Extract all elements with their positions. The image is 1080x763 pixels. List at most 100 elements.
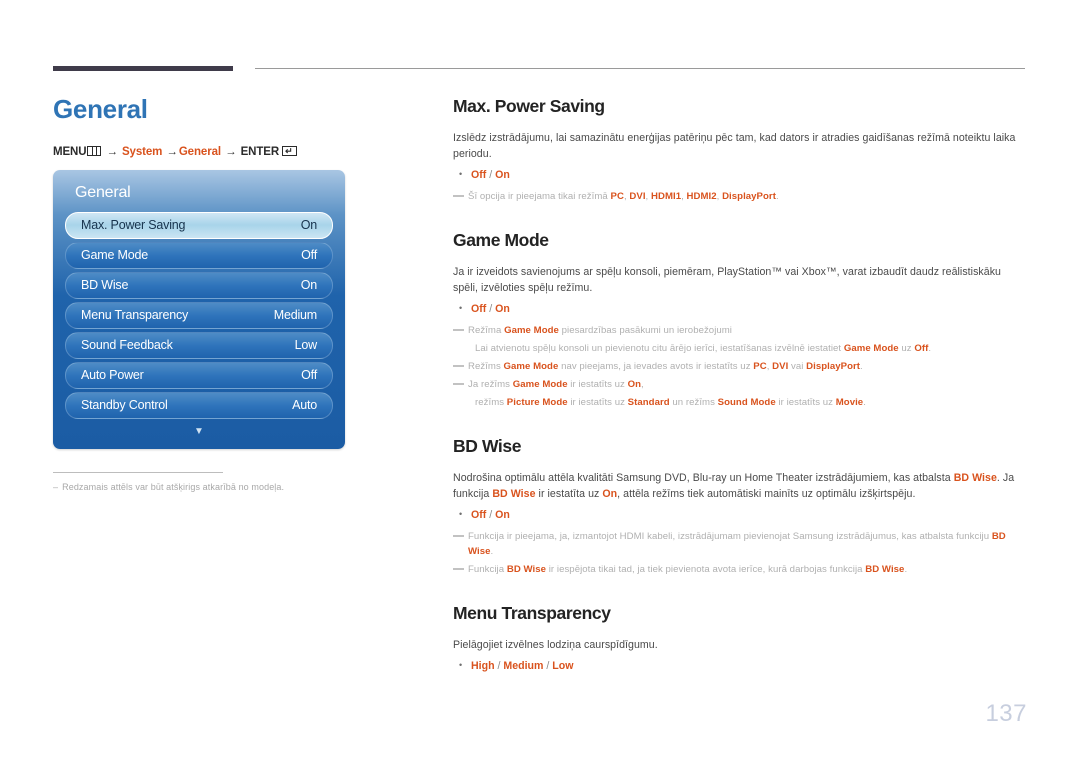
note-text: Ja režīms <box>468 379 513 390</box>
left-footnote-dash: – <box>53 481 59 492</box>
note-hl-dvi: DVI <box>629 191 646 202</box>
note-hl-movie: Movie <box>835 397 864 408</box>
note-hl-pc: PC <box>753 361 767 372</box>
note-text: ir iestatīts uz <box>567 379 628 390</box>
option-high: High <box>471 660 495 672</box>
note-hl-pc: PC <box>610 191 624 202</box>
enter-key-icon: ↵ <box>282 145 298 157</box>
note-hl-bd-wise: BD Wise <box>506 564 547 575</box>
note-hl-game-mode: Game Mode <box>503 361 559 372</box>
desc-text: ir iestatīta uz <box>535 488 603 500</box>
osd-row-bd-wise[interactable]: BD Wise On <box>65 271 333 299</box>
osd-row-standby-control[interactable]: Standby Control Auto <box>65 391 333 419</box>
header-rule-dark <box>53 66 233 71</box>
osd-row-sound-feedback[interactable]: Sound Feedback Low <box>65 331 333 359</box>
note-text: Režīma <box>468 325 505 336</box>
section-description: Ja ir izveidots savienojums ar spēļu kon… <box>453 266 1001 294</box>
breadcrumb-arrow-1: → <box>106 145 118 158</box>
note-hl-hdmi1: HDMI1 <box>650 191 682 202</box>
option-separator: / <box>489 303 493 315</box>
breadcrumb-step-system: System <box>121 145 163 158</box>
note-text: . <box>863 397 866 408</box>
note-text: . <box>775 191 779 202</box>
left-column: General MENU → System →General → ENTER ↵ G… <box>53 95 398 492</box>
osd-row-value: On <box>300 278 317 293</box>
osd-panel-title: General <box>75 183 131 201</box>
section-menu-transparency: Menu Transparency Pielāgojiet izvēlnes l… <box>453 603 1026 675</box>
note-text: ir iestatīts uz <box>567 397 628 408</box>
note-hl-standard: Standard <box>627 397 670 408</box>
note-availability: Šī opcija ir pieejama tikai režīmā PC, D… <box>453 189 1026 204</box>
note-game-mode-on-sub: režīms Picture Mode ir iestatīts uz Stan… <box>453 395 1026 410</box>
breadcrumb-menu-label: MENU <box>53 145 87 158</box>
note-text: . <box>904 564 908 575</box>
osd-row-auto-power[interactable]: Auto Power Off <box>65 361 333 389</box>
note-text: ir iespējota tikai tad, ja tiek pievieno… <box>546 564 866 575</box>
options-bullet: Off / On <box>453 300 1026 318</box>
osd-row-label: Game Mode <box>81 248 148 263</box>
note-source-device: Funkcija BD Wise ir iespējota tikai tad,… <box>453 562 1026 577</box>
option-medium: Medium <box>503 660 544 672</box>
section-title: BD Wise <box>453 436 522 456</box>
note-text: . <box>860 361 863 372</box>
osd-row-label: BD Wise <box>81 278 129 293</box>
section-title: Game Mode <box>453 230 549 250</box>
breadcrumb-arrow-2: → <box>166 145 178 158</box>
option-separator: / <box>546 660 550 672</box>
note-hl-hdmi2: HDMI2 <box>686 191 717 202</box>
breadcrumb-step-general: General <box>178 145 221 158</box>
option-low: Low <box>552 660 574 672</box>
section-description: Izslēdz izstrādājumu, lai samazinātu ene… <box>453 132 1016 160</box>
option-on: On <box>495 509 510 521</box>
option-on: On <box>495 169 510 181</box>
desc-hl-bd-wise: BD Wise <box>953 472 997 484</box>
note-text: režīms <box>475 397 507 408</box>
header-rule-thin <box>255 68 1025 69</box>
option-separator: / <box>497 660 501 672</box>
osd-row-value: Off <box>301 368 317 383</box>
note-text: , <box>641 379 644 390</box>
note-text: ir iestatīts uz <box>775 397 836 408</box>
enter-key-glyph: ↵ <box>285 146 293 157</box>
note-text: Lai atvienotu spēļu konsoli un pievienot… <box>475 343 844 354</box>
chevron-down-icon[interactable]: ▼ <box>65 422 333 439</box>
desc-text: , attēla režīms tiek automātiski mainīts… <box>617 488 916 500</box>
options-bullet: Off / On <box>453 166 1026 184</box>
note-text: un režīms <box>669 397 718 408</box>
note-hl-bd-wise: BD Wise <box>865 564 905 575</box>
options-bullet: Off / On <box>453 506 1026 524</box>
note-unavailable-sources: Režīms Game Mode nav pieejams, ja ievade… <box>453 359 1026 374</box>
section-game-mode: Game Mode Ja ir izveidots savienojums ar… <box>453 230 1026 410</box>
note-text: . <box>490 546 494 557</box>
osd-row-value: Auto <box>292 398 317 413</box>
osd-row-menu-transparency[interactable]: Menu Transparency Medium <box>65 301 333 329</box>
note-precautions: Režīma Game Mode piesardzības pasākumi u… <box>453 323 1026 338</box>
osd-row-label: Standby Control <box>81 398 168 413</box>
option-off: Off <box>471 509 487 521</box>
note-hl-off: Off <box>914 343 929 354</box>
note-hl-game-mode: Game Mode <box>504 325 559 336</box>
note-hdmi-requirement: Funkcija ir pieejama, ja, izmantojot HDM… <box>453 529 1026 559</box>
option-off: Off <box>471 303 487 315</box>
menu-grid-icon <box>87 145 102 156</box>
note-text: Šī opcija ir pieejama tikai režīmā <box>468 191 611 202</box>
osd-row-game-mode[interactable]: Game Mode Off <box>65 241 333 269</box>
osd-row-value: Medium <box>273 308 317 323</box>
osd-row-value: Low <box>294 338 318 353</box>
note-text: Funkcija <box>468 564 507 575</box>
desc-hl-bd-wise: BD Wise <box>492 488 536 500</box>
left-footnote-text: Redzamais attēls var būt atšķirigs atkar… <box>62 481 285 492</box>
note-game-mode-on: Ja režīms Game Mode ir iestatīts uz On, <box>453 377 1026 392</box>
note-text: nav pieejams, ja ievades avots ir iestat… <box>558 361 754 372</box>
osd-row-value: On <box>300 218 317 233</box>
note-precautions-sub: Lai atvienotu spēļu konsoli un pievienot… <box>453 341 1026 356</box>
note-hl-on: On <box>627 379 642 390</box>
desc-text: Nodrošina optimālu attēla kvalitāti Sams… <box>453 472 954 484</box>
note-text: vai <box>788 361 807 372</box>
note-text: uz <box>898 343 915 354</box>
note-hl-dvi: DVI <box>772 361 789 372</box>
left-footnote-divider <box>53 471 223 473</box>
osd-row-max-power-saving[interactable]: Max. Power Saving On <box>65 211 333 239</box>
option-separator: / <box>489 509 493 521</box>
note-text: Režīms <box>468 361 504 372</box>
